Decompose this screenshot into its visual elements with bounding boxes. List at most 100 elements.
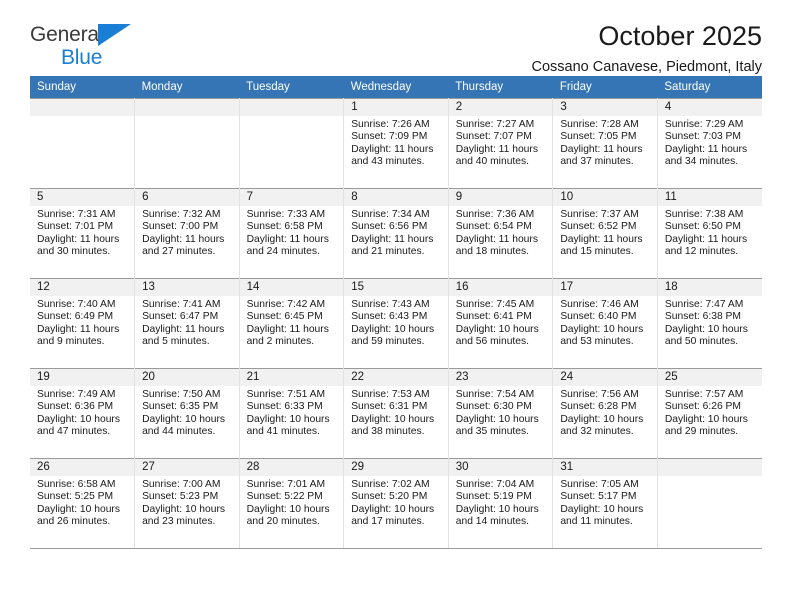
daylight-text-line2: and 27 minutes. bbox=[142, 246, 216, 258]
day-details: Sunrise: 7:01 AM Sunset: 5:22 PM Daylight:… bbox=[240, 476, 344, 529]
day-details: Sunrise: 7:26 AM Sunset: 7:09 PM Daylight:… bbox=[344, 116, 448, 169]
day-number: 6 bbox=[135, 189, 239, 206]
sunset-text: Sunset: 6:35 PM bbox=[142, 401, 219, 413]
sunrise-text: Sunrise: 7:47 AM bbox=[664, 299, 744, 310]
daylight-text-line1: Daylight: 10 hours bbox=[37, 503, 120, 515]
daylight-text-line1: Daylight: 10 hours bbox=[455, 323, 539, 335]
calendar-day-cell[interactable]: 28 Sunrise: 7:01 AM Sunset: 5:22 PM Dayligh… bbox=[239, 458, 345, 549]
page-header: General Blue October 2025 Cossano Canave… bbox=[30, 0, 762, 76]
sunset-text: Sunset: 6:36 PM bbox=[37, 401, 114, 413]
calendar-day-cell[interactable]: 25 Sunrise: 7:57 AM Sunset: 6:26 PM Dayligh… bbox=[657, 368, 762, 459]
day-number: 15 bbox=[344, 279, 448, 296]
calendar-day-cell[interactable]: 16 Sunrise: 7:45 AM Sunset: 6:41 PM Dayligh… bbox=[448, 278, 554, 369]
sunrise-text: Sunrise: 7:00 AM bbox=[142, 479, 221, 490]
daylight-text-line2: and 30 minutes. bbox=[37, 246, 111, 258]
daylight-text-line2: and 26 minutes. bbox=[37, 516, 111, 528]
calendar-day-cell[interactable]: 8 Sunrise: 7:34 AM Sunset: 6:56 PM Daylight… bbox=[343, 188, 449, 279]
calendar-day-cell[interactable]: 17 Sunrise: 7:46 AM Sunset: 6:40 PM Dayligh… bbox=[552, 278, 658, 369]
daylight-text-line2: and 32 minutes. bbox=[560, 426, 634, 438]
day-number: 28 bbox=[239, 459, 344, 476]
day-details: Sunrise: 7:45 AM Sunset: 6:41 PM Daylight:… bbox=[449, 296, 553, 349]
calendar-day-cell[interactable]: 19 Sunrise: 7:49 AM Sunset: 6:36 PM Dayligh… bbox=[30, 368, 136, 459]
calendar-day-cell[interactable]: 7 Sunrise: 7:33 AM Sunset: 6:58 PM Daylight… bbox=[239, 188, 345, 279]
calendar-day-cell[interactable]: 18 Sunrise: 7:47 AM Sunset: 6:38 PM Dayligh… bbox=[657, 278, 762, 369]
daylight-text-line2: and 21 minutes. bbox=[351, 246, 425, 258]
day-number: 31 bbox=[553, 459, 657, 476]
calendar-week-row: 19 Sunrise: 7:49 AM Sunset: 6:36 PM Dayligh… bbox=[30, 368, 762, 459]
sunset-text: Sunset: 5:20 PM bbox=[351, 491, 428, 503]
daylight-text-line2: and 34 minutes. bbox=[664, 156, 739, 168]
day-details: Sunrise: 7:37 AM Sunset: 6:52 PM Daylight:… bbox=[553, 206, 657, 259]
calendar-day-cell[interactable]: 15 Sunrise: 7:43 AM Sunset: 6:43 PM Dayligh… bbox=[343, 278, 449, 369]
day-number: 10 bbox=[553, 189, 657, 206]
daylight-text-line2: and 2 minutes. bbox=[246, 336, 315, 348]
sunset-text: Sunset: 6:47 PM bbox=[142, 311, 219, 323]
title-block: October 2025 Cossano Canavese, Piedmont,… bbox=[531, 21, 762, 76]
calendar-day-cell[interactable]: 13 Sunrise: 7:41 AM Sunset: 6:47 PM Dayligh… bbox=[134, 278, 240, 369]
sunrise-text: Sunrise: 7:29 AM bbox=[664, 119, 744, 130]
calendar-day-cell[interactable]: 6 Sunrise: 7:32 AM Sunset: 7:00 PM Daylight… bbox=[134, 188, 240, 279]
calendar-day-cell[interactable]: 12 Sunrise: 7:40 AM Sunset: 6:49 PM Dayligh… bbox=[30, 278, 136, 369]
sunrise-text: Sunrise: 7:01 AM bbox=[246, 479, 326, 490]
daylight-text-line2: and 5 minutes. bbox=[142, 336, 210, 348]
sunrise-text: Sunrise: 7:46 AM bbox=[560, 299, 639, 310]
daylight-text-line2: and 23 minutes. bbox=[142, 516, 216, 528]
day-details: Sunrise: 7:56 AM Sunset: 6:28 PM Daylight:… bbox=[553, 386, 657, 439]
daylight-text-line2: and 43 minutes. bbox=[351, 156, 425, 168]
day-number: 24 bbox=[553, 369, 657, 386]
day-details: Sunrise: 7:33 AM Sunset: 6:58 PM Daylight:… bbox=[240, 206, 344, 259]
sunset-text: Sunset: 6:49 PM bbox=[37, 311, 114, 323]
sunset-text: Sunset: 6:54 PM bbox=[455, 221, 532, 233]
calendar-day-cell[interactable]: 9 Sunrise: 7:36 AM Sunset: 6:54 PM Daylight… bbox=[448, 188, 554, 279]
daylight-text-line2: and 12 minutes. bbox=[664, 246, 739, 258]
calendar-day-cell[interactable]: 3 Sunrise: 7:28 AM Sunset: 7:05 PM Daylight… bbox=[552, 98, 658, 189]
weekday-header-wednesday: Wednesday bbox=[343, 76, 449, 99]
weekday-header-row: Sunday Monday Tuesday Wednesday Thursday… bbox=[30, 76, 762, 99]
calendar-day-cell[interactable]: 26 Sunrise: 6:58 AM Sunset: 5:25 PM Dayligh… bbox=[30, 458, 136, 549]
weekday-header-thursday: Thursday bbox=[448, 76, 553, 99]
calendar-day-cell[interactable]: 10 Sunrise: 7:37 AM Sunset: 6:52 PM Dayligh… bbox=[552, 188, 658, 279]
calendar-day-cell[interactable]: 21 Sunrise: 7:51 AM Sunset: 6:33 PM Dayligh… bbox=[239, 368, 345, 459]
day-number: 14 bbox=[239, 279, 344, 296]
sunrise-text: Sunrise: 7:27 AM bbox=[455, 119, 535, 130]
calendar-day-cell[interactable]: 23 Sunrise: 7:54 AM Sunset: 6:30 PM Dayligh… bbox=[448, 368, 554, 459]
daylight-text-line1: Daylight: 11 hours bbox=[37, 233, 120, 245]
sunset-text: Sunset: 6:28 PM bbox=[560, 401, 637, 413]
calendar-day-cell[interactable]: 20 Sunrise: 7:50 AM Sunset: 6:35 PM Dayligh… bbox=[134, 368, 240, 459]
sunset-text: Sunset: 6:58 PM bbox=[246, 221, 323, 233]
day-details: Sunrise: 7:31 AM Sunset: 7:01 PM Daylight:… bbox=[30, 206, 134, 259]
page-title: October 2025 bbox=[598, 21, 762, 51]
calendar-day-cell[interactable]: 5 Sunrise: 7:31 AM Sunset: 7:01 PM Daylight… bbox=[30, 188, 136, 279]
calendar-day-cell[interactable]: 11 Sunrise: 7:38 AM Sunset: 6:50 PM Dayligh… bbox=[657, 188, 762, 279]
daylight-text-line1: Daylight: 10 hours bbox=[560, 413, 644, 425]
sunrise-text: Sunrise: 7:34 AM bbox=[351, 209, 430, 220]
calendar-day-cell[interactable]: 22 Sunrise: 7:53 AM Sunset: 6:31 PM Dayligh… bbox=[343, 368, 449, 459]
calendar-day-cell[interactable]: 31 Sunrise: 7:05 AM Sunset: 5:17 PM Dayligh… bbox=[552, 458, 658, 549]
daylight-text-line1: Daylight: 10 hours bbox=[142, 413, 226, 425]
daylight-text-line1: Daylight: 11 hours bbox=[351, 233, 434, 245]
day-number bbox=[135, 99, 239, 116]
calendar-day-cell[interactable]: 2 Sunrise: 7:27 AM Sunset: 7:07 PM Daylight… bbox=[448, 98, 554, 189]
daylight-text-line2: and 40 minutes. bbox=[455, 156, 530, 168]
calendar-day-cell[interactable]: 29 Sunrise: 7:02 AM Sunset: 5:20 PM Dayligh… bbox=[343, 458, 449, 549]
calendar-day-cell[interactable]: 24 Sunrise: 7:56 AM Sunset: 6:28 PM Dayligh… bbox=[552, 368, 658, 459]
daylight-text-line1: Daylight: 10 hours bbox=[351, 323, 435, 335]
calendar-day-cell[interactable]: 14 Sunrise: 7:42 AM Sunset: 6:45 PM Dayligh… bbox=[239, 278, 345, 369]
calendar-week-row: 5 Sunrise: 7:31 AM Sunset: 7:01 PM Daylight… bbox=[30, 188, 762, 279]
sunset-text: Sunset: 6:33 PM bbox=[246, 401, 323, 413]
weekday-header-friday: Friday bbox=[552, 76, 658, 99]
daylight-text-line1: Daylight: 10 hours bbox=[560, 503, 644, 515]
day-number: 23 bbox=[448, 369, 553, 386]
calendar-day-cell[interactable]: 4 Sunrise: 7:29 AM Sunset: 7:03 PM Daylight… bbox=[657, 98, 762, 189]
sunrise-text: Sunrise: 7:50 AM bbox=[142, 389, 221, 400]
day-number: 20 bbox=[135, 369, 239, 386]
day-details: Sunrise: 7:41 AM Sunset: 6:47 PM Daylight:… bbox=[135, 296, 239, 349]
daylight-text-line1: Daylight: 10 hours bbox=[246, 413, 330, 425]
day-number: 4 bbox=[657, 99, 762, 116]
calendar-day-cell[interactable]: 30 Sunrise: 7:04 AM Sunset: 5:19 PM Dayligh… bbox=[448, 458, 554, 549]
daylight-text-line1: Daylight: 11 hours bbox=[560, 143, 643, 155]
calendar-day-cell[interactable]: 1 Sunrise: 7:26 AM Sunset: 7:09 PM Daylight… bbox=[343, 98, 449, 189]
daylight-text-line1: Daylight: 10 hours bbox=[351, 503, 435, 515]
calendar-day-cell[interactable]: 27 Sunrise: 7:00 AM Sunset: 5:23 PM Dayligh… bbox=[134, 458, 240, 549]
calendar-body: 1 Sunrise: 7:26 AM Sunset: 7:09 PM Daylight… bbox=[30, 98, 762, 549]
